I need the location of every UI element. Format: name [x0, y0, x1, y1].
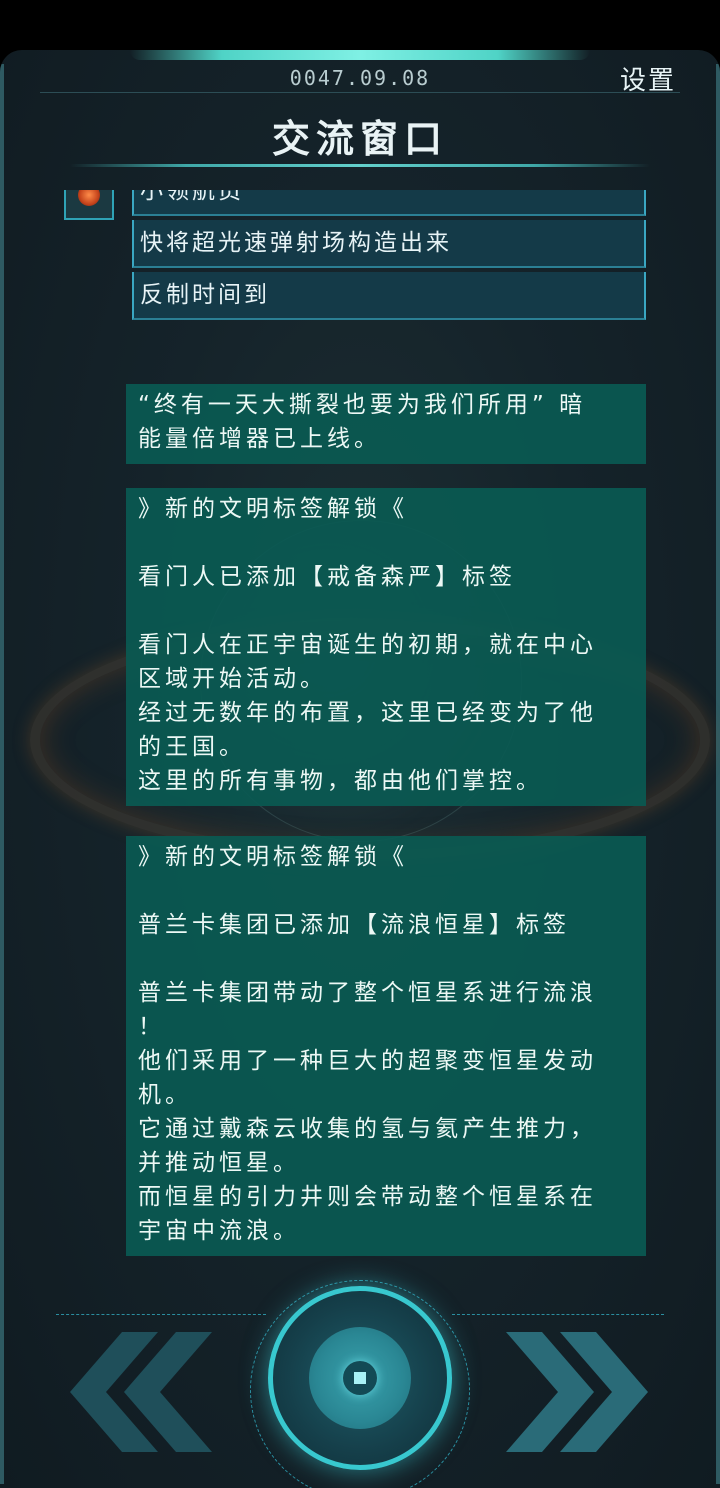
card-body-line: 普兰卡集团带动了整个恒星系进行流浪 [138, 980, 597, 1006]
civilization-tag-card: 》新的文明标签解锁《 普兰卡集团已添加【流浪恒星】标签 普兰卡集团带动了整个恒星… [126, 836, 646, 1256]
card-body-line: 的王国。 [138, 734, 246, 760]
game-screen: 0047.09.08 设置 交流窗口 小领航员 快将超光速弹射场构造出来 反制时… [0, 50, 720, 1488]
title-underline [70, 164, 650, 167]
card-tag-line: 普兰卡集团已添加【流浪恒星】标签 [138, 912, 570, 938]
center-dot-icon [343, 1361, 377, 1395]
page-title: 交流窗口 [271, 117, 448, 161]
header-divider [40, 92, 680, 93]
card-line: “终有一天大撕裂也要为我们所用” 暗 [138, 392, 587, 418]
card-heading: 》新的文明标签解锁《 [138, 496, 408, 522]
bottom-divider-right [452, 1314, 664, 1315]
card-body-line: 机。 [138, 1082, 192, 1108]
double-chevron-left-icon[interactable] [64, 1332, 214, 1452]
card-body-line: 看门人在正宇宙诞生的初期，就在中心 [138, 632, 597, 658]
chat-message: 反制时间到 [132, 272, 646, 320]
card-body-line: 宇宙中流浪。 [138, 1218, 300, 1244]
card-body-line: 区域开始活动。 [138, 666, 327, 692]
center-dial-icon [309, 1327, 411, 1429]
card-body-line: 而恒星的引力井则会带动整个恒星系在 [138, 1184, 597, 1210]
center-dial-button[interactable] [268, 1286, 452, 1470]
sender-avatar[interactable] [64, 190, 114, 220]
card-heading: 》新的文明标签解锁《 [138, 844, 408, 870]
card-body-line: 它通过戴森云收集的氢与氦产生推力， [138, 1116, 597, 1142]
card-body-line: ！ [138, 1014, 165, 1040]
event-card: “终有一天大撕裂也要为我们所用” 暗 能量倍增器已上线。 [126, 384, 646, 464]
bottom-divider-left [56, 1314, 266, 1315]
frame-top-glow [130, 50, 590, 60]
card-line: 能量倍增器已上线。 [138, 426, 381, 452]
card-tag-line: 看门人已添加【戒备森严】标签 [138, 564, 516, 590]
double-chevron-right-icon[interactable] [504, 1332, 654, 1452]
civilization-tag-card: 》新的文明标签解锁《 看门人已添加【戒备森严】标签 看门人在正宇宙诞生的初期，就… [126, 488, 646, 806]
settings-button[interactable]: 设置 [620, 60, 676, 97]
card-body-line: 经过无数年的布置，这里已经变为了他 [138, 700, 597, 726]
chat-message: 快将超光速弹射场构造出来 [132, 220, 646, 268]
game-date: 0047.09.08 [289, 66, 431, 90]
chat-message: 小领航员 [132, 190, 646, 216]
card-body-line: 他们采用了一种巨大的超聚变恒星发动 [138, 1048, 597, 1074]
card-body-line: 并推动恒星。 [138, 1150, 300, 1176]
robot-avatar-icon [78, 190, 100, 206]
card-body-line: 这里的所有事物，都由他们掌控。 [138, 768, 543, 794]
chat-log[interactable]: 小领航员 快将超光速弹射场构造出来 反制时间到 “终有一天大撕裂也要为我们所用”… [0, 190, 720, 1270]
